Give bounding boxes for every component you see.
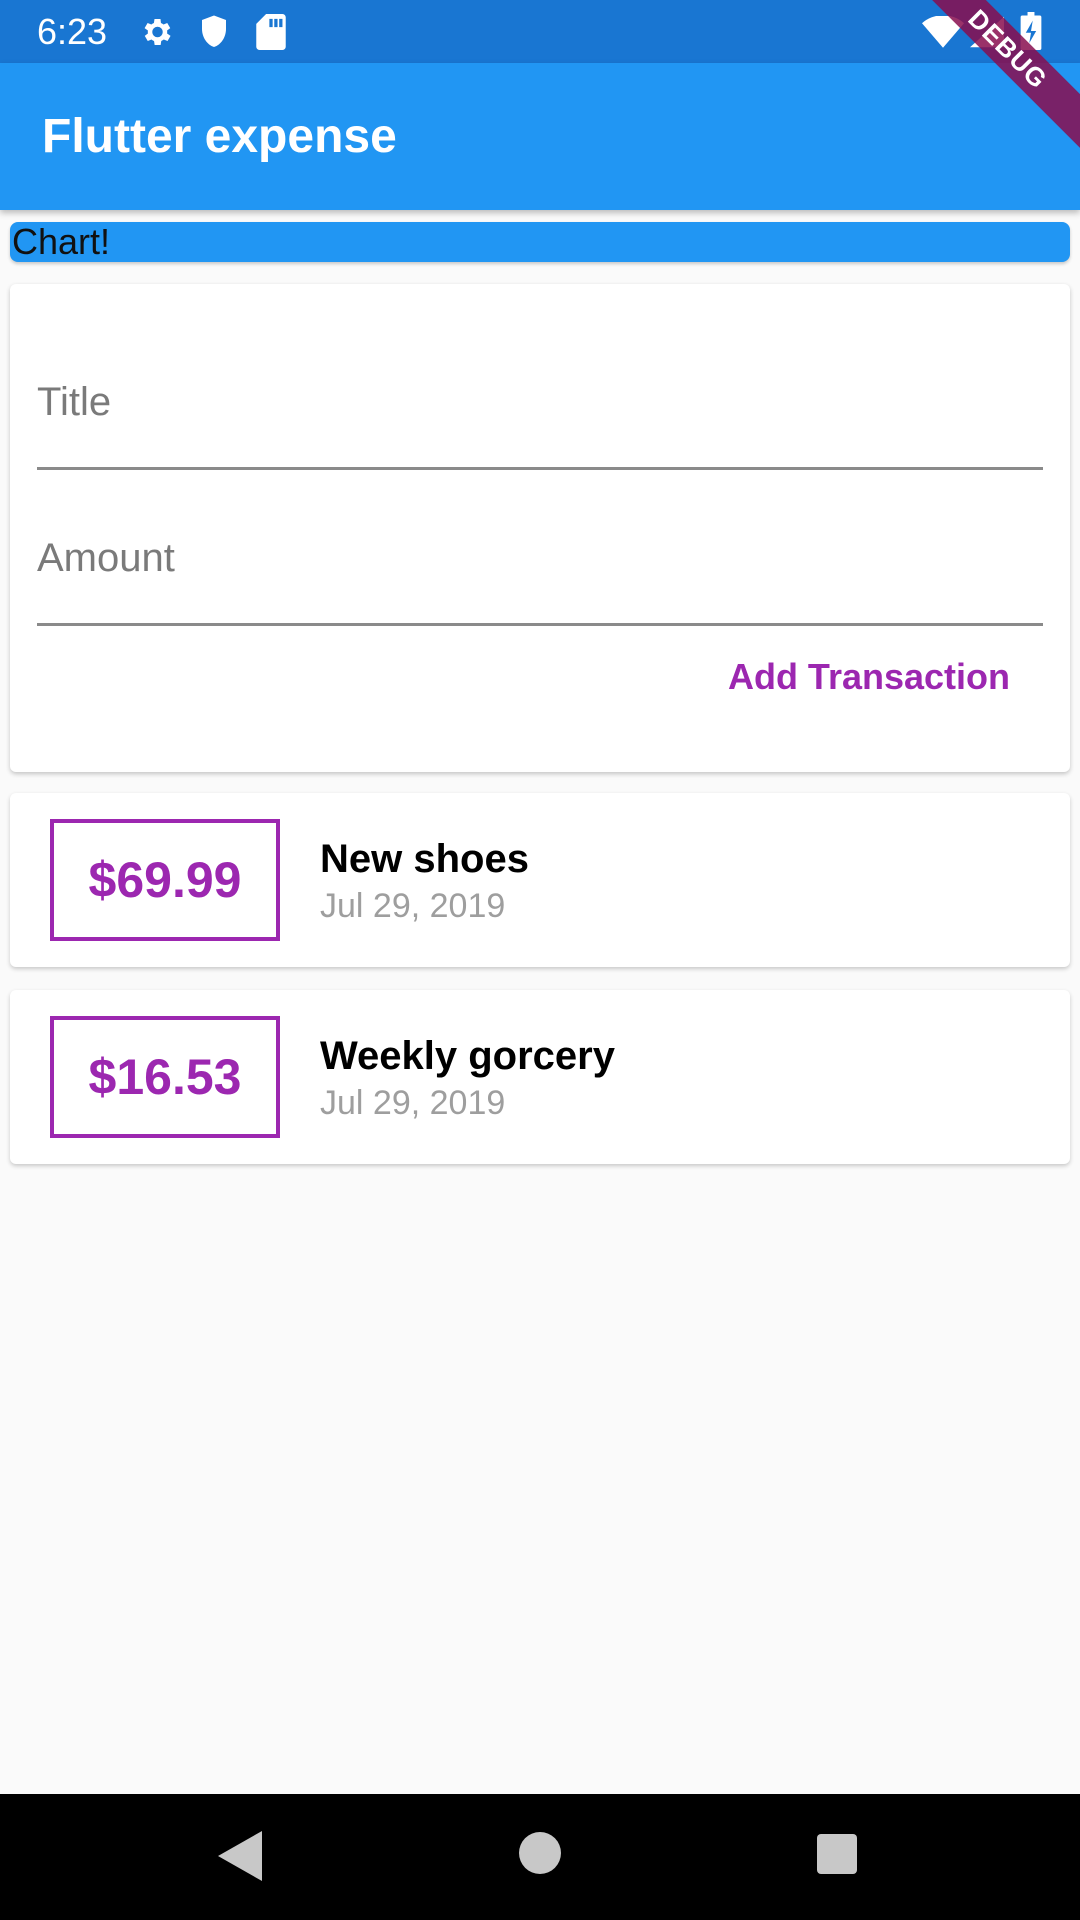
back-icon[interactable] <box>218 1831 262 1881</box>
transaction-title: Weekly gorcery <box>320 1034 615 1078</box>
transaction-title: New shoes <box>320 837 529 881</box>
amount-input[interactable] <box>37 516 1043 626</box>
system-nav-bar <box>0 1794 1080 1920</box>
title-input[interactable] <box>37 360 1043 470</box>
shield-icon <box>198 14 230 50</box>
transaction-amount: $69.99 <box>50 819 280 941</box>
amount-field-wrapper <box>37 516 1043 626</box>
title-field-wrapper <box>37 360 1043 470</box>
app-bar: Flutter expense <box>0 63 1080 210</box>
transaction-amount: $16.53 <box>50 1016 280 1138</box>
transaction-card: $16.53 Weekly gorcery Jul 29, 2019 <box>10 990 1070 1164</box>
sd-card-icon <box>256 14 286 50</box>
transaction-card: $69.99 New shoes Jul 29, 2019 <box>10 793 1070 967</box>
app-title: Flutter expense <box>42 110 397 163</box>
add-transaction-button[interactable]: Add Transaction <box>728 656 1010 698</box>
status-time: 6:23 <box>37 11 108 52</box>
transaction-date: Jul 29, 2019 <box>320 887 506 925</box>
status-bar: 6:23 <box>0 0 1080 63</box>
chart-placeholder: Chart! <box>10 222 1070 262</box>
home-icon[interactable] <box>519 1832 561 1874</box>
gear-icon <box>138 14 174 50</box>
recents-icon[interactable] <box>817 1834 857 1874</box>
new-transaction-card: Add Transaction <box>10 284 1070 772</box>
transaction-date: Jul 29, 2019 <box>320 1084 506 1122</box>
